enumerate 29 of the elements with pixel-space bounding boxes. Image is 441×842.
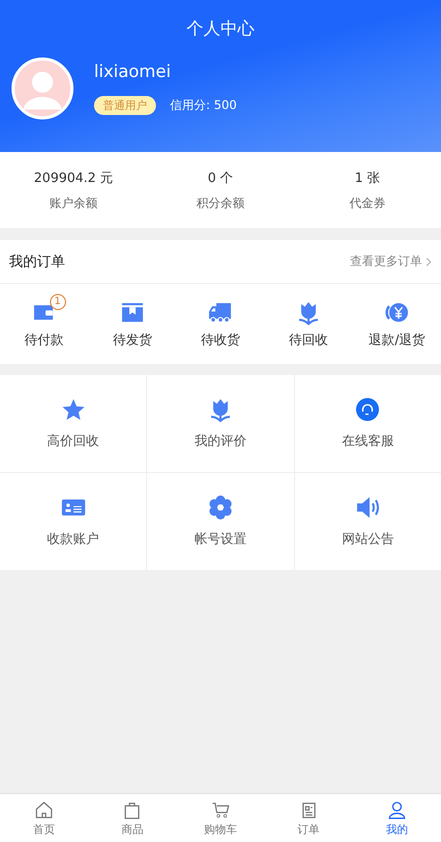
- stat-label: 积分余额: [196, 194, 244, 212]
- service-tile[interactable]: 我的评价: [147, 375, 294, 472]
- cart-icon: [210, 800, 230, 820]
- more-orders-link[interactable]: 查看更多订单: [350, 253, 432, 270]
- count-badge: 1: [50, 294, 66, 310]
- stat-value: 209904.2 元: [34, 170, 114, 186]
- chevron-icon: [426, 256, 432, 266]
- stat-value: 0 个: [208, 170, 234, 186]
- credit-score: 信用分: 500: [170, 97, 237, 114]
- star-icon: [60, 397, 86, 422]
- gear-icon: [208, 495, 233, 520]
- stat-value: 1 张: [354, 170, 380, 186]
- service-tile[interactable]: 网站公告: [294, 473, 441, 570]
- username: lixiaomei: [94, 62, 172, 82]
- service-tile[interactable]: 帐号设置: [147, 473, 294, 570]
- service-tile[interactable]: 收款账户: [0, 473, 146, 570]
- page-title: 个人中心: [186, 18, 256, 41]
- stat-label: 账户余额: [50, 194, 98, 212]
- section-heading: 我的订单: [9, 252, 65, 270]
- service-tile[interactable]: 高价回收: [0, 375, 146, 472]
- headset-icon: [355, 397, 380, 422]
- user-icon: [386, 800, 407, 820]
- user-level-badge: 普通用户: [94, 96, 156, 115]
- home-icon: [34, 800, 54, 820]
- shopping-bag-icon: [122, 800, 142, 820]
- service-tile[interactable]: 在线客服: [294, 375, 441, 472]
- avatar-icon[interactable]: [11, 57, 74, 120]
- speaker-icon: [355, 495, 380, 520]
- stat-label: 代金券: [350, 194, 386, 212]
